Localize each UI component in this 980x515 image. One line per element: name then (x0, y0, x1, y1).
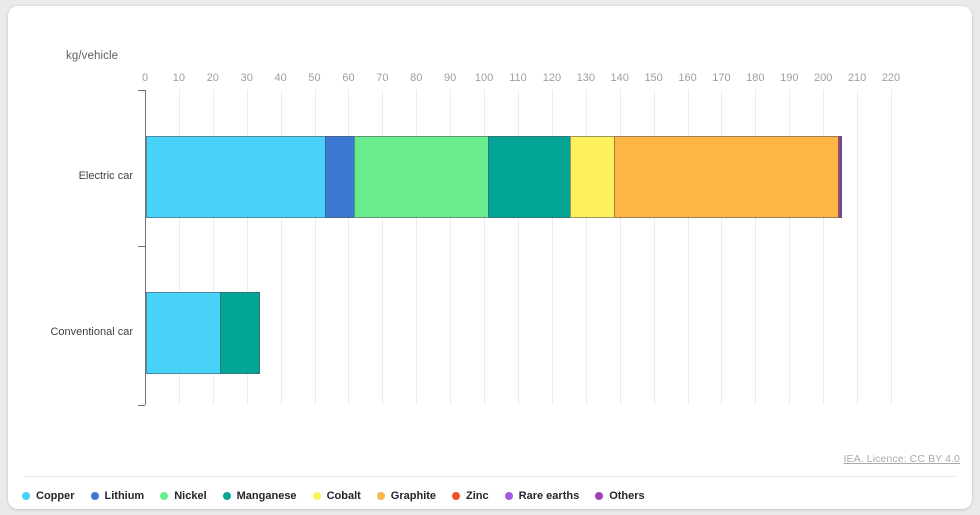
licence-link[interactable]: IEA. Licence: CC BY 4.0 (844, 453, 961, 465)
y-axis-category-label: Conventional car (50, 326, 133, 338)
x-axis-tick-label: 220 (881, 72, 901, 84)
bar-segment-graphite[interactable] (614, 136, 840, 218)
bar-segment-others[interactable] (840, 136, 843, 218)
chart-card: kg/vehicle 0 10 20 30 40 50 60 70 80 90 100 110 120 1… (8, 6, 972, 509)
legend-item-label: Manganese (236, 490, 297, 502)
bar-segment-nickel[interactable] (353, 136, 490, 218)
legend-swatch-icon (222, 492, 231, 500)
legend-item-label: Zinc (466, 490, 489, 502)
bar-segment-copper[interactable] (146, 292, 221, 374)
bar-segment-manganese[interactable] (219, 292, 261, 374)
legend-item-copper[interactable]: Copper (22, 490, 75, 502)
legend-item-label: Nickel (174, 490, 207, 502)
y-axis-tick (138, 90, 145, 91)
bar-segment-copper[interactable] (146, 136, 326, 218)
y-axis-category-label: Electric car (78, 170, 133, 182)
legend-swatch-icon (90, 492, 99, 500)
bar-segment-cobalt[interactable] (570, 136, 616, 218)
y-axis-tick (138, 405, 145, 406)
legend-item-label: Lithium (104, 490, 145, 502)
legend-item-manganese[interactable]: Manganese (222, 490, 297, 502)
gridline (857, 90, 859, 405)
legend-item-label: Copper (36, 490, 75, 502)
bar-segment-manganese[interactable] (488, 136, 572, 218)
gridline (891, 90, 892, 405)
legend-item-label: Rare earths (518, 490, 580, 502)
legend-item-zinc[interactable]: Zinc (452, 490, 489, 502)
legend-item-cobalt[interactable]: Cobalt (312, 490, 361, 502)
legend-item-label: Graphite (390, 490, 437, 502)
legend-item-label: Others (609, 490, 645, 502)
legend-swatch-icon (312, 492, 321, 500)
chart-legend: Copper Lithium Nickel Manganese Cobalt Graphi… (22, 485, 958, 507)
legend-swatch-icon (504, 492, 513, 500)
legend-swatch-icon (160, 492, 169, 500)
chart-plot-area: 0 10 20 30 40 50 60 70 80 90 100 110 120 130 140 150 160… (8, 6, 972, 509)
stacked-bar[interactable] (146, 292, 261, 374)
bar-segment-lithium[interactable] (324, 136, 355, 218)
legend-swatch-icon (22, 492, 30, 500)
legend-swatch-icon (452, 492, 461, 500)
legend-item-lithium[interactable]: Lithium (90, 490, 145, 502)
legend-item-graphite[interactable]: Graphite (376, 490, 437, 502)
legend-item-label: Cobalt (326, 490, 361, 502)
legend-item-nickel[interactable]: Nickel (160, 490, 207, 502)
legend-item-others[interactable]: Others (595, 490, 645, 502)
legend-swatch-icon (595, 492, 604, 500)
legend-divider (24, 476, 956, 477)
y-axis-tick (138, 246, 145, 247)
stacked-bar[interactable] (146, 136, 849, 218)
legend-item-rare-earths[interactable]: Rare earths (504, 490, 580, 502)
legend-swatch-icon (376, 492, 385, 500)
